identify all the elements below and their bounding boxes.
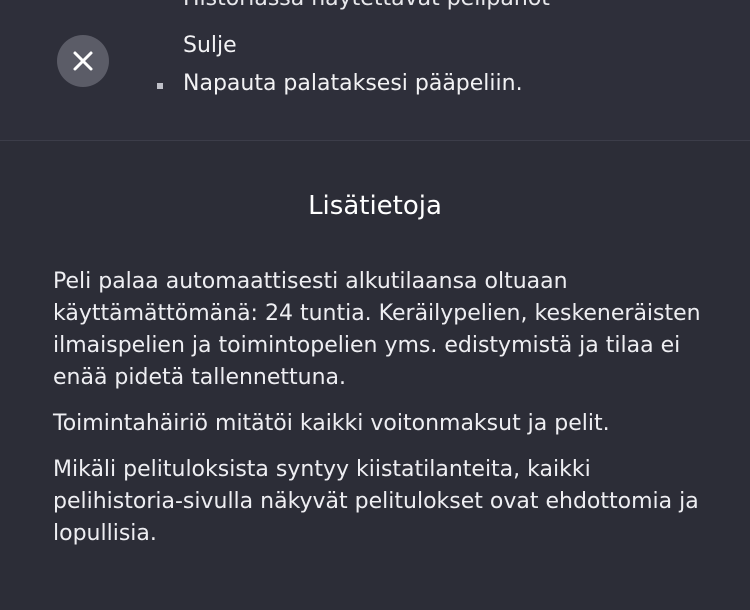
close-help-section: Historiassa näytettävät pelipanot Sulje … xyxy=(0,0,750,140)
info-body: Peli palaa automaattisesti alkutilaansa … xyxy=(53,266,703,564)
close-icon xyxy=(73,51,93,71)
close-description: Napauta palataksesi pääpeliin. xyxy=(183,71,523,96)
help-page: Historiassa näytettävät pelipanot Sulje … xyxy=(0,0,750,610)
info-title: Lisätietoja xyxy=(308,191,442,221)
close-title: Sulje xyxy=(183,33,237,58)
info-paragraph-3: Mikäli pelituloksista syntyy kiistatilan… xyxy=(53,457,699,546)
bullet-icon xyxy=(157,83,163,89)
close-button[interactable] xyxy=(57,35,109,87)
section-divider xyxy=(0,140,750,141)
previous-item-text: Historiassa näytettävät pelipanot xyxy=(183,0,550,12)
info-paragraph-2: Toimintahäiriö mitätöi kaikki voitonmaks… xyxy=(53,411,610,436)
info-paragraph-1: Peli palaa automaattisesti alkutilaansa … xyxy=(53,269,701,390)
